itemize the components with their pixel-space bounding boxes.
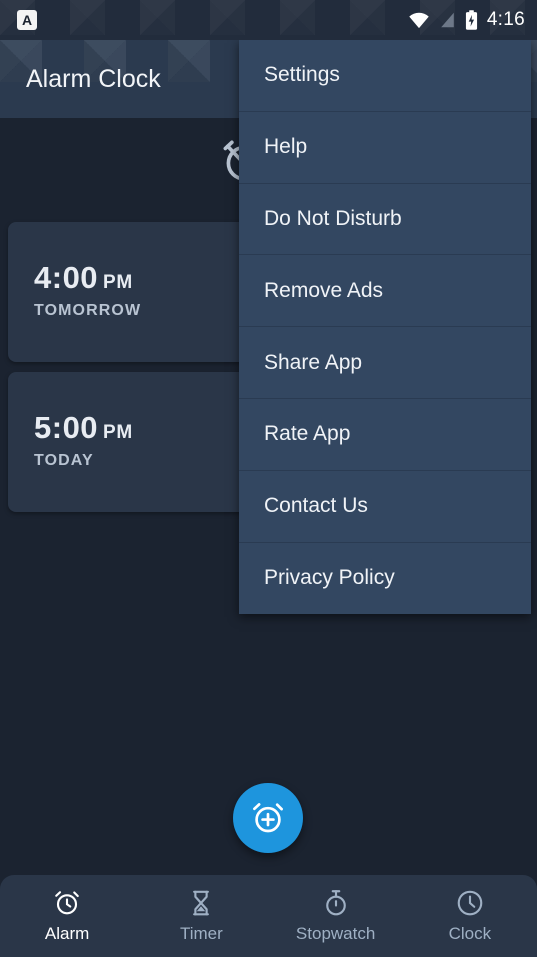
app-screen: A 4:16 Alarm Clock No (0, 0, 537, 957)
nav-item-timer[interactable]: Timer (134, 875, 268, 957)
hourglass-icon (193, 890, 210, 916)
menu-item-help[interactable]: Help (239, 112, 531, 184)
add-alarm-fab[interactable] (233, 783, 303, 853)
menu-item-rate-app[interactable]: Rate App (239, 399, 531, 471)
nav-item-alarm[interactable]: Alarm (0, 875, 134, 957)
menu-item-contact-us[interactable]: Contact Us (239, 471, 531, 543)
status-icons-group: 4:16 (408, 9, 525, 31)
nav-label-timer: Timer (179, 924, 223, 943)
alarm-time-value: 5:00 (34, 410, 99, 445)
menu-item-do-not-disturb[interactable]: Do Not Disturb (239, 184, 531, 256)
clock-icon (457, 890, 483, 916)
nav-item-stopwatch[interactable]: Stopwatch (269, 875, 403, 957)
a-letter-icon: A (17, 10, 37, 30)
menu-item-privacy-policy[interactable]: Privacy Policy (239, 543, 531, 615)
nav-item-clock[interactable]: Clock (403, 875, 537, 957)
wifi-icon (409, 12, 429, 29)
menu-item-settings[interactable]: Settings (239, 40, 531, 112)
nav-label-clock: Clock (448, 924, 492, 943)
alarm-icon (55, 891, 79, 915)
alarm-time-ampm: PM (103, 422, 133, 443)
nav-label-alarm: Alarm (44, 924, 90, 943)
menu-item-remove-ads[interactable]: Remove Ads (239, 255, 531, 328)
bottom-navigation: Alarm Timer Stopwatch Clock (0, 875, 537, 957)
overflow-menu[interactable]: Settings Help Do Not Disturb Remove Ads … (239, 40, 531, 615)
signal-off-icon (441, 12, 454, 28)
status-bar-clock: 4:16 (486, 9, 525, 30)
alarm-time-value: 4:00 (34, 260, 99, 295)
alarm-add-icon (253, 803, 283, 833)
status-bar: A 4:16 (0, 0, 537, 40)
battery-charging-icon (465, 9, 477, 30)
nav-label-stopwatch: Stopwatch (295, 924, 376, 943)
alarm-time-ampm: PM (103, 272, 133, 293)
stopwatch-icon (325, 890, 346, 916)
menu-item-share-app[interactable]: Share App (239, 327, 531, 399)
